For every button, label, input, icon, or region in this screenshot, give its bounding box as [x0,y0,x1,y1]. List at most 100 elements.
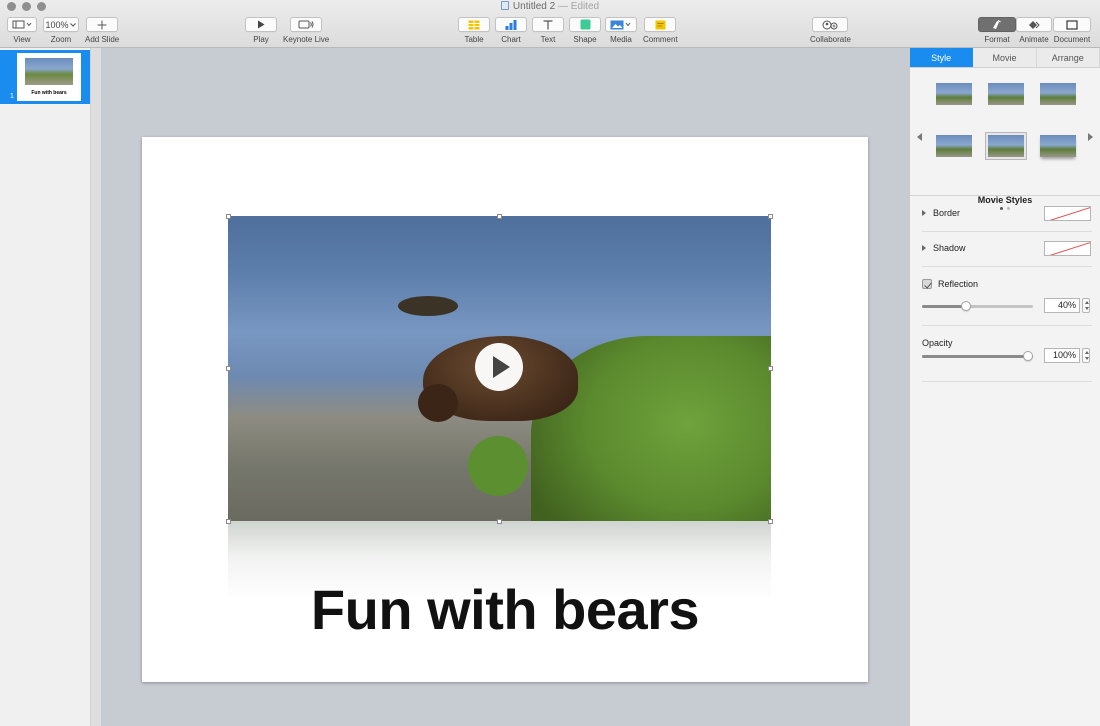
movie-frame-grass-clump [468,436,528,496]
selection-handle-top-left[interactable] [226,214,231,219]
comment-button[interactable] [644,17,677,32]
chart-button[interactable] [495,17,527,32]
format-button[interactable] [978,17,1016,32]
table-button[interactable] [458,17,490,32]
play-tool[interactable]: Play [245,17,277,44]
zoom-select[interactable]: 100% [43,17,79,32]
shape-icon [580,19,590,30]
slide-thumbnail-preview[interactable]: Fun with bears [17,53,81,101]
plus-icon [97,20,107,29]
slide-title[interactable]: Fun with bears [142,577,868,642]
comment-tool[interactable]: Comment [643,17,678,44]
tab-movie[interactable]: Movie [973,48,1037,67]
selection-handle-top-right[interactable] [768,214,773,219]
paintbrush-icon [993,19,1001,29]
view-button[interactable] [7,17,37,32]
table-icon [468,20,480,29]
edited-status: — Edited [557,1,600,12]
selection-handle-top[interactable] [497,214,502,219]
view-label: View [13,35,31,44]
collaborate-icon [822,20,838,29]
chart-tool[interactable]: Chart [495,17,527,44]
add-slide-tool[interactable]: Add Slide [85,17,119,44]
movie-style-6[interactable] [1040,135,1076,157]
next-styles-arrow[interactable] [1088,133,1093,141]
keynote-live-button[interactable] [290,17,323,32]
inspector-tabs: Style Movie Arrange [910,48,1100,68]
chevron-down-icon [69,22,76,27]
zoom-tool[interactable]: 100% Zoom [43,17,79,44]
border-color-well[interactable] [1044,206,1091,221]
keynote-live-tool[interactable]: Keynote Live [283,17,329,44]
selection-handle-bottom-left[interactable] [226,519,231,524]
text-button[interactable] [532,17,564,32]
view-tool[interactable]: View [7,17,37,44]
comment-icon [655,20,666,29]
thumbnail-movie-image [25,58,73,85]
shadow-color-well[interactable] [1044,241,1091,256]
tab-arrange[interactable]: Arrange [1036,48,1100,67]
play-icon [258,20,265,29]
play-button[interactable] [245,17,277,32]
selection-handle-left[interactable] [226,366,231,371]
animate-tool[interactable]: Animate [1016,17,1052,44]
movie-frame-bear-head [418,384,458,422]
selection-handle-bottom-right[interactable] [768,519,773,524]
collaborate-tool[interactable]: Collaborate [810,17,851,44]
selection-handle-bottom[interactable] [497,519,502,524]
navigator-divider[interactable] [90,48,101,726]
media-label: Media [610,35,632,44]
movie-frame-swimming-bear [398,296,458,316]
animate-icon [1029,20,1040,29]
reflection-label: Reflection [938,279,979,289]
media-button[interactable] [605,17,637,32]
slide-number: 1 [10,93,14,100]
reflection-checkbox[interactable] [922,279,932,289]
media-tool[interactable]: Media [605,17,637,44]
reflection-slider[interactable] [922,301,1033,311]
document-setup-icon [1066,19,1078,30]
movie-style-5[interactable] [986,133,1026,159]
disclosure-triangle-icon[interactable] [922,210,926,216]
movie-style-3[interactable] [1040,83,1076,105]
document-button[interactable] [1053,17,1091,32]
format-inspector: Style Movie Arrange Movie Styles Border … [909,48,1100,726]
movie-style-1[interactable] [936,83,972,105]
slide-canvas[interactable]: Fun with bears [142,137,868,682]
slide-navigator [0,48,90,726]
opacity-value-field[interactable]: 100% [1044,348,1080,363]
table-tool[interactable]: Table [458,17,490,44]
disclosure-triangle-icon[interactable] [922,245,926,251]
add-slide-button[interactable] [86,17,119,32]
opacity-slider-knob[interactable] [1023,351,1033,361]
shadow-label[interactable]: Shadow [933,243,966,253]
shape-button[interactable] [569,17,601,32]
text-tool[interactable]: Text [532,17,564,44]
document-icon [500,1,509,10]
border-label[interactable]: Border [933,208,960,218]
table-label: Table [464,35,484,44]
collaborate-button[interactable] [812,17,849,32]
opacity-stepper[interactable] [1082,348,1090,363]
tab-style[interactable]: Style [910,48,974,67]
opacity-slider[interactable] [922,351,1033,361]
selection-handle-right[interactable] [768,366,773,371]
document-tool[interactable]: Document [1053,17,1091,44]
comment-label: Comment [643,35,678,44]
document-name: Untitled 2 [512,1,556,12]
movie-object[interactable] [228,216,771,521]
toolbar: Untitled 2 — Edited View 100% Zoom Add S… [0,0,1100,48]
reflection-value-field[interactable]: 40% [1044,298,1080,313]
previous-styles-arrow[interactable] [917,133,922,141]
format-tool[interactable]: Format [978,17,1016,44]
reflection-stepper[interactable] [1082,298,1090,313]
opacity-section: Opacity 100% [910,326,1100,381]
movie-style-2[interactable] [988,83,1024,105]
animate-button[interactable] [1016,17,1052,32]
reflection-slider-knob[interactable] [961,301,971,311]
shape-tool[interactable]: Shape [569,17,601,44]
document-label: Document [1053,35,1091,44]
movie-style-4[interactable] [936,135,972,157]
movie-play-button[interactable] [475,343,523,391]
zoom-value: 100% [45,19,69,30]
